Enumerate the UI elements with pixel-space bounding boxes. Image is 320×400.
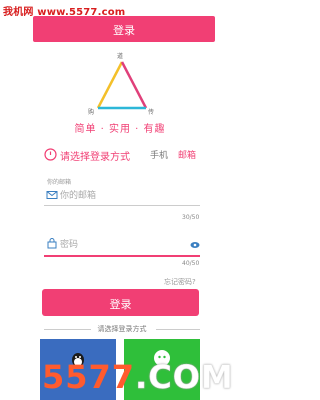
- login-button-label: 登录: [109, 298, 132, 311]
- tagline: 简单 · 实用 · 有趣: [74, 124, 166, 135]
- login-mode-label: 请选择登录方式: [60, 152, 130, 163]
- divider-right: [156, 329, 200, 330]
- watermark-domain: .COM: [135, 358, 234, 397]
- password-placeholder: 密码: [60, 240, 79, 250]
- other-login-divider: 请选择登录方式: [44, 324, 200, 334]
- header-title: 登录: [113, 24, 135, 37]
- forgot-password-link[interactable]: 忘记密码?: [164, 277, 196, 287]
- password-field[interactable]: 密码: [44, 231, 200, 257]
- login-mode-row: 请选择登录方式 手机 邮箱: [44, 147, 204, 163]
- tab-email[interactable]: 邮箱: [178, 148, 196, 161]
- tab-phone[interactable]: 手机: [150, 148, 168, 161]
- clock-icon: [44, 148, 57, 161]
- logo-triangle-icon: 道 购 传: [88, 52, 154, 116]
- logo-label-top: 道: [117, 52, 123, 60]
- password-counter: 40/50: [182, 260, 200, 267]
- watermark-number: 5577: [42, 358, 136, 396]
- login-button[interactable]: 登录: [42, 289, 199, 316]
- watermark-bottom: 5577.COM: [42, 358, 234, 397]
- eye-icon[interactable]: [190, 241, 200, 249]
- envelope-icon: [46, 191, 58, 199]
- lock-icon: [47, 238, 57, 249]
- logo-label-right: 传: [148, 108, 154, 116]
- email-field[interactable]: 你的邮箱: [44, 184, 200, 206]
- header-bar: 登录: [33, 16, 215, 42]
- email-counter: 30/50: [182, 214, 200, 221]
- app-logo: 道 购 传: [84, 52, 160, 124]
- logo-label-left: 购: [88, 108, 94, 116]
- email-placeholder: 你的邮箱: [60, 191, 97, 201]
